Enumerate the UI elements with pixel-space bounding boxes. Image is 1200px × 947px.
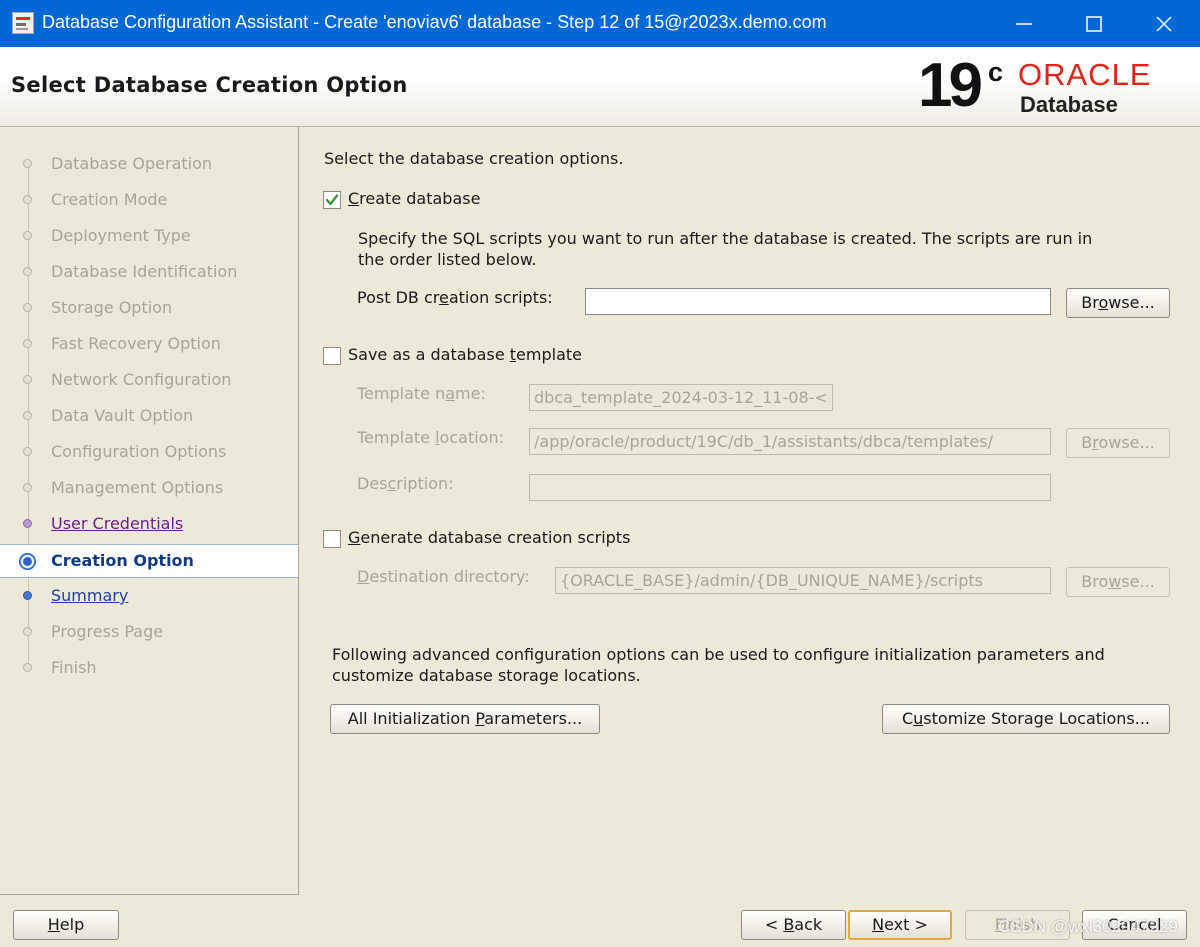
create-database-desc-2: the order listed below.	[358, 250, 537, 269]
template-name-label: Template name:	[357, 384, 486, 403]
nav-step-label: Database Operation	[51, 154, 213, 173]
all-initialization-parameters-button[interactable]: All Initialization Parameters...	[330, 704, 600, 734]
nav-step-fast-recovery-option: Fast Recovery Option	[0, 328, 298, 362]
nav-step-label: Storage Option	[51, 298, 173, 317]
template-location-label: Template location:	[357, 428, 504, 447]
step-indicator-icon	[23, 375, 32, 384]
nav-step-label: Finish	[51, 658, 97, 677]
step-indicator-icon	[23, 159, 32, 168]
generate-scripts-checkbox[interactable]	[323, 530, 341, 548]
advanced-desc-2: customize database storage locations.	[332, 666, 641, 685]
nav-step-creation-mode: Creation Mode	[0, 184, 298, 218]
template-location-input[interactable]: /app/oracle/product/19C/db_1/assistants/…	[529, 428, 1051, 455]
step-indicator-icon	[23, 411, 32, 420]
nav-step-label: Progress Page	[51, 622, 164, 641]
step-indicator-icon	[23, 519, 32, 528]
generate-scripts-label[interactable]: Generate database creation scripts	[348, 528, 630, 547]
nav-step-label: Deployment Type	[51, 226, 191, 245]
step-indicator-icon	[23, 447, 32, 456]
nav-step-label: Database Identification	[51, 262, 238, 281]
logo-brand: ORACLE	[1018, 57, 1152, 92]
save-template-checkbox[interactable]	[323, 347, 341, 365]
destination-directory-label: Destination directory:	[357, 567, 530, 586]
title-bar: Database Configuration Assistant - Creat…	[0, 0, 1200, 47]
step-indicator-icon	[23, 627, 32, 636]
back-button[interactable]: < Back	[741, 910, 846, 940]
minimize-button[interactable]	[990, 0, 1058, 47]
intro-text: Select the database creation options.	[324, 149, 624, 168]
next-button[interactable]: Next >	[848, 910, 952, 940]
step-indicator-icon	[23, 663, 32, 672]
maximize-button[interactable]	[1060, 0, 1128, 47]
customize-storage-locations-button[interactable]: Customize Storage Locations...	[882, 704, 1170, 734]
nav-step-label: Creation Option	[51, 551, 194, 570]
save-template-label[interactable]: Save as a database template	[348, 345, 582, 364]
step-indicator-icon	[23, 267, 32, 276]
template-description-label: Description:	[357, 474, 454, 493]
nav-step-storage-option: Storage Option	[0, 292, 298, 326]
checkmark-icon	[325, 194, 339, 206]
page-title: Select Database Creation Option	[11, 73, 408, 97]
nav-step-summary[interactable]: Summary	[0, 580, 298, 614]
nav-step-label: Network Configuration	[51, 370, 232, 389]
nav-step-finish: Finish	[0, 652, 298, 686]
nav-step-database-identification: Database Identification	[0, 256, 298, 290]
step-indicator-icon	[23, 483, 32, 492]
minimize-icon	[1016, 23, 1032, 25]
step-indicator-icon	[23, 339, 32, 348]
nav-step-progress-page: Progress Page	[0, 616, 298, 650]
nav-step-user-credentials[interactable]: User Credentials	[0, 508, 298, 542]
nav-step-data-vault-option: Data Vault Option	[0, 400, 298, 434]
nav-step-label: Summary	[51, 586, 129, 605]
footer-bar: Help < Back Next > Finish Cancel CSDN @w…	[0, 895, 1200, 947]
advanced-desc-1: Following advanced configuration options…	[332, 645, 1105, 664]
nav-step-deployment-type: Deployment Type	[0, 220, 298, 254]
nav-step-label: Data Vault Option	[51, 406, 194, 425]
create-database-checkbox[interactable]	[323, 191, 341, 209]
nav-step-label: Creation Mode	[51, 190, 168, 209]
nav-step-creation-option[interactable]: Creation Option	[0, 544, 298, 578]
step-indicator-icon	[23, 231, 32, 240]
close-button[interactable]	[1130, 0, 1198, 47]
destination-browse-button[interactable]: Browse...	[1066, 567, 1170, 597]
template-name-input[interactable]: dbca_template_2024-03-12_11-08-<	[529, 384, 833, 411]
nav-step-database-operation: Database Operation	[0, 148, 298, 182]
create-database-desc-1: Specify the SQL scripts you want to run …	[358, 229, 1093, 248]
logo-sup: c	[988, 57, 1004, 87]
help-button[interactable]: Help	[13, 910, 119, 940]
step-indicator-icon	[19, 553, 36, 570]
maximize-icon	[1086, 16, 1102, 32]
watermark-text: CSDN @wxl302947229	[998, 917, 1178, 936]
page-header: Select Database Creation Option 19 c ORA…	[0, 47, 1200, 127]
destination-directory-input[interactable]: {ORACLE_BASE}/admin/{DB_UNIQUE_NAME}/scr…	[555, 567, 1051, 594]
close-icon	[1156, 16, 1172, 32]
template-description-input[interactable]	[529, 474, 1051, 501]
step-indicator-icon	[23, 591, 32, 600]
logo-version: 19	[918, 51, 983, 120]
logo-product: Database	[1020, 92, 1118, 117]
step-indicator-icon	[23, 195, 32, 204]
nav-step-network-configuration: Network Configuration	[0, 364, 298, 398]
post-scripts-label: Post DB creation scripts:	[357, 288, 553, 307]
main-content: Select the database creation options. Cr…	[299, 127, 1200, 894]
nav-step-label: Fast Recovery Option	[51, 334, 221, 353]
template-location-browse-button[interactable]: Browse...	[1066, 428, 1170, 458]
window-title: Database Configuration Assistant - Creat…	[42, 12, 827, 32]
nav-step-label: Configuration Options	[51, 442, 227, 461]
post-scripts-input[interactable]	[585, 288, 1051, 315]
post-scripts-browse-button[interactable]: Browse...	[1066, 288, 1170, 318]
create-database-label[interactable]: Create database	[348, 189, 480, 208]
step-indicator-icon	[23, 303, 32, 312]
nav-step-configuration-options: Configuration Options	[0, 436, 298, 470]
nav-step-label: User Credentials	[51, 514, 184, 533]
nav-step-label: Management Options	[51, 478, 224, 497]
steps-nav: Database Operation Creation Mode Deploymen…	[0, 127, 299, 895]
nav-step-management-options: Management Options	[0, 472, 298, 506]
dbca-app-icon[interactable]	[12, 12, 34, 34]
